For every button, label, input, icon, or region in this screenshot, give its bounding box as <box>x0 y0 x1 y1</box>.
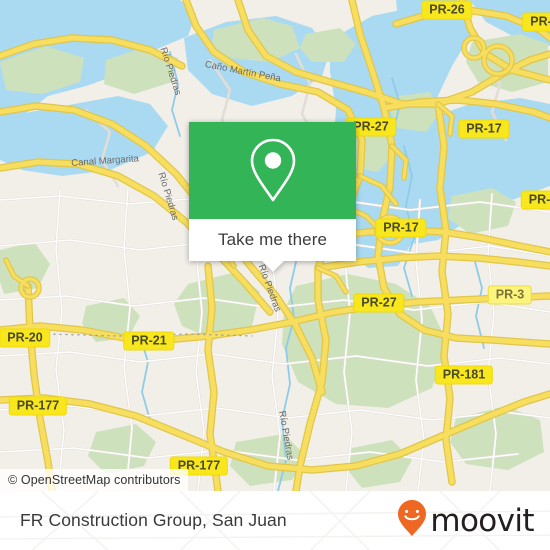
moovit-wordmark: moovit <box>430 502 534 539</box>
place-title: FR Construction Group, San Juan <box>20 491 287 550</box>
place-callout-card[interactable]: Take me there <box>189 122 356 272</box>
moovit-logo[interactable]: moovit <box>397 491 535 550</box>
road-shield: PR-26 <box>421 0 473 20</box>
road-shield: PR-8 <box>520 190 550 210</box>
road-shield: PR-21 <box>123 331 175 351</box>
place-title-text: FR Construction Group, San Juan <box>20 510 287 530</box>
attribution-text: © OpenStreetMap contributors <box>8 473 181 487</box>
moovit-smiley-pin-icon <box>397 499 427 542</box>
footer-bar: FR Construction Group, San Juan moovit <box>0 491 550 550</box>
callout-pointer-tail <box>261 261 284 272</box>
road-shield: PR-181 <box>434 365 494 385</box>
callout-image-area <box>189 122 356 219</box>
road-shield: PR-177 <box>8 396 68 416</box>
road-shield: PR-3 <box>487 285 533 305</box>
map-pin-icon <box>246 136 300 206</box>
road-shield: PR-27 <box>353 293 405 313</box>
road-shield: PR-20 <box>0 328 51 348</box>
take-me-there-label: Take me there <box>217 230 328 249</box>
road-shield: PR-17 <box>375 218 427 238</box>
take-me-there-button[interactable]: Take me there <box>189 219 356 261</box>
road-shield: PR-17 <box>458 119 510 139</box>
road-shield: PR- <box>522 12 550 32</box>
osm-attribution[interactable]: © OpenStreetMap contributors <box>0 469 188 491</box>
moovit-place-map-card: PR-26PR-PR-27PR-17PR-17PR-8PR-27PR-3PR-1… <box>0 0 550 550</box>
